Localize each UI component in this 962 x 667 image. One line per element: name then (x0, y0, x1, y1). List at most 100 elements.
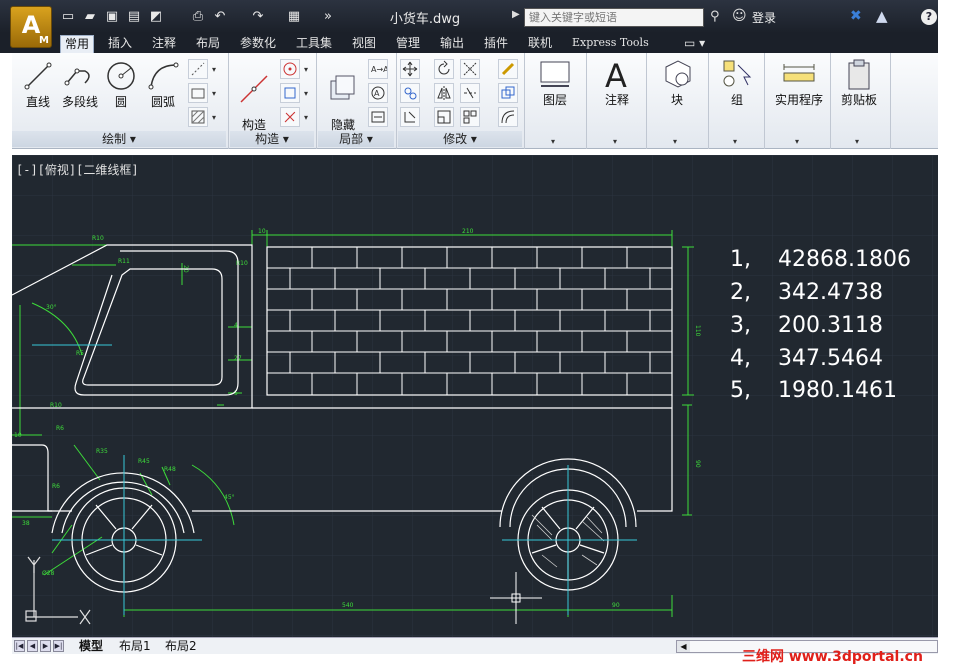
annotation-label: 注释 (604, 93, 629, 107)
save-as-icon[interactable]: ▤ (126, 9, 142, 24)
tab-online[interactable]: 联机 (524, 35, 556, 53)
stretch-button[interactable] (400, 107, 420, 127)
svg-text:R5: R5 (76, 350, 84, 357)
svg-text:Ø28: Ø28 (42, 570, 55, 577)
construct-box-button[interactable] (280, 83, 300, 103)
tab-express-tools[interactable]: Express Tools (568, 35, 653, 53)
arc-button[interactable]: 圆弧 (146, 59, 180, 110)
binoculars-icon[interactable]: ⚲ (710, 9, 720, 24)
block-dropdown-icon[interactable]: ▾ (673, 137, 677, 146)
app-logo-sub: M (39, 35, 49, 46)
construct-points-dropdown-icon[interactable]: ▾ (304, 113, 308, 122)
construct-panel-title[interactable]: 构造 ▾ (230, 131, 314, 147)
line-button[interactable]: 直线 (18, 59, 58, 110)
modify-panel-title[interactable]: 修改 ▾ (398, 131, 522, 147)
tab-plugins[interactable]: 插件 (480, 35, 512, 53)
tab-parametric[interactable]: 参数化 (236, 35, 280, 53)
construct-points-button[interactable] (280, 107, 300, 127)
frame-button[interactable] (368, 107, 388, 127)
mirror-button[interactable] (434, 83, 454, 103)
move-icon (402, 61, 418, 77)
local-panel-title[interactable]: 局部 ▾ (318, 131, 394, 147)
clipboard-icon (848, 59, 870, 90)
circle-button[interactable]: 圆 (104, 59, 138, 110)
workspace-icon[interactable]: ▦ (286, 9, 302, 24)
copy-button[interactable] (400, 83, 420, 103)
offset-button[interactable] (498, 107, 518, 127)
hatch-dropdown-icon[interactable]: ▾ (212, 113, 216, 122)
new-file-icon[interactable]: ▭ (60, 9, 76, 24)
clipboard-dropdown-icon[interactable]: ▾ (855, 137, 859, 146)
login-button[interactable]: 登录 (752, 9, 776, 26)
tab-view[interactable]: 视图 (348, 35, 380, 53)
tab-insert[interactable]: 插入 (104, 35, 136, 53)
annotation-button[interactable]: A 注释 (592, 57, 642, 108)
next-layout-icon[interactable]: ▶ (40, 640, 51, 652)
exchange-icon[interactable]: ✖ (850, 8, 862, 24)
application-menu-button[interactable]: A M (10, 6, 52, 48)
tab-home[interactable]: 常用 (60, 35, 95, 53)
layers-button[interactable]: 图层 (530, 57, 580, 108)
clipboard-button[interactable]: 剪贴板 (834, 57, 884, 108)
rectangle-button[interactable] (188, 83, 208, 103)
group-button[interactable]: 组 (714, 57, 760, 108)
text-scale-button[interactable]: A→A (368, 59, 388, 79)
construct-box-dropdown-icon[interactable]: ▾ (304, 89, 308, 98)
viewport-controls-label[interactable]: [-][俯视][二维线框] (16, 161, 139, 178)
layout-tab-2[interactable]: 布局2 (160, 639, 202, 654)
measure-icon (783, 64, 815, 82)
more-tools-icon[interactable]: » (320, 9, 336, 24)
open-file-icon[interactable]: ▰ (82, 9, 98, 24)
scroll-left-icon[interactable]: ◀ (677, 641, 690, 652)
svg-text:210: 210 (462, 228, 474, 235)
draw-panel-title[interactable]: 绘制 ▾ (12, 131, 226, 147)
user-icon[interactable]: ☺ (732, 8, 747, 24)
ray-dropdown-icon[interactable]: ▾ (212, 65, 216, 74)
polyline-button[interactable]: 多段线 (60, 59, 100, 110)
save-icon[interactable]: ▣ (104, 9, 120, 24)
ribbon: 直线 多段线 圆 圆弧 ▾ ▾ ▾ 绘制 ▾ 构造 线 ▾ ▾ ▾ 构造 ▾ 隐… (12, 53, 938, 149)
first-layout-icon[interactable]: |◀ (14, 640, 25, 652)
hatch-button[interactable] (188, 107, 208, 127)
group-dropdown-icon[interactable]: ▾ (733, 137, 737, 146)
tab-output[interactable]: 输出 (436, 35, 468, 53)
tab-layout[interactable]: 布局 (192, 35, 224, 53)
publish-icon[interactable]: ◩ (148, 9, 164, 24)
move-button[interactable] (400, 59, 420, 79)
ribbon-minimize-icon[interactable]: ▭ ▾ (680, 35, 709, 53)
rectangle-dropdown-icon[interactable]: ▾ (212, 89, 216, 98)
layout-tab-1[interactable]: 布局1 (114, 639, 156, 654)
redo-icon[interactable]: ↷ (250, 9, 266, 24)
utilities-dropdown-icon[interactable]: ▾ (795, 137, 799, 146)
fillet-button[interactable] (460, 83, 480, 103)
result-index: 2, (730, 280, 751, 305)
ray-button[interactable] (188, 59, 208, 79)
construct-circle-dropdown-icon[interactable]: ▾ (304, 65, 308, 74)
utilities-button[interactable]: 实用程序 (768, 57, 830, 108)
tab-manage[interactable]: 管理 (392, 35, 424, 53)
explode-button[interactable] (498, 83, 518, 103)
watermark: 三维网 www.3dportal.cn (742, 649, 923, 665)
prev-layout-icon[interactable]: ◀ (27, 640, 38, 652)
annotation-dropdown-icon[interactable]: ▾ (613, 137, 617, 146)
undo-icon[interactable]: ↶ (212, 9, 228, 24)
array-button[interactable] (460, 107, 480, 127)
drawing-canvas[interactable]: 210 10 110 540 90 R10 R11 R10 20 30° R5 … (12, 155, 938, 637)
last-layout-icon[interactable]: ▶| (53, 640, 64, 652)
rotate-text-button[interactable]: A (368, 83, 388, 103)
tab-toolset[interactable]: 工具集 (292, 35, 336, 53)
layout-tab-model[interactable]: 模型 (74, 639, 108, 654)
search-expand-icon[interactable]: ▶ (512, 9, 520, 20)
trim-button[interactable] (460, 59, 480, 79)
construct-circle-button[interactable] (280, 59, 300, 79)
help-icon[interactable]: ? (921, 9, 937, 25)
search-input[interactable] (524, 8, 704, 27)
rotate-button[interactable] (434, 59, 454, 79)
block-button[interactable]: 块 (652, 57, 702, 108)
erase-button[interactable] (498, 59, 518, 79)
scale-button[interactable] (434, 107, 454, 127)
autodesk-icon[interactable]: ▲ (876, 7, 888, 25)
layers-dropdown-icon[interactable]: ▾ (551, 137, 555, 146)
tab-annotate[interactable]: 注释 (148, 35, 180, 53)
print-icon[interactable]: ⎙ (190, 9, 206, 24)
